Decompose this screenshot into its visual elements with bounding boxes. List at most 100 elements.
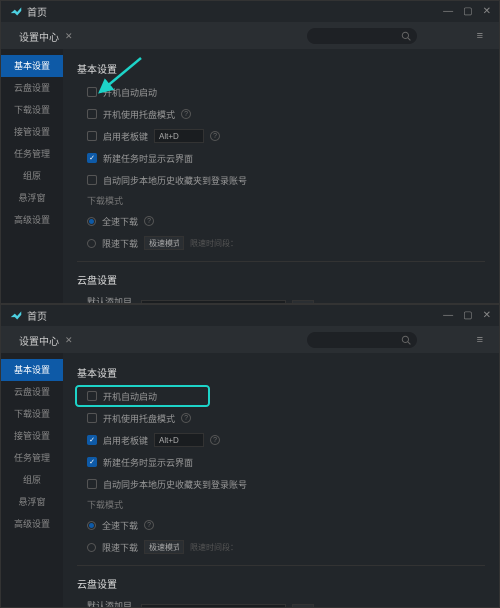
label-bosskey: 启用老板键 xyxy=(103,434,148,447)
checkbox-autostart[interactable] xyxy=(87,391,97,401)
label-newtask: 新建任务时显示云界面 xyxy=(103,152,193,165)
radio-limitspeed[interactable] xyxy=(87,239,96,248)
checkbox-autostart[interactable] xyxy=(87,87,97,97)
checkbox-autosync[interactable] xyxy=(87,175,97,185)
search-icon xyxy=(401,31,411,41)
sidebar-item-task[interactable]: 任务管理 xyxy=(1,143,63,165)
tabbar: 设置中心 ✕ ≡ xyxy=(1,327,499,353)
browse-button[interactable] xyxy=(292,300,314,303)
sidebar-item-download[interactable]: 下载设置 xyxy=(1,99,63,121)
sidebar-item-task[interactable]: 任务管理 xyxy=(1,447,63,469)
sidebar-item-cloud[interactable]: 云盘设置 xyxy=(1,77,63,99)
checkbox-bosskey[interactable] xyxy=(87,435,97,445)
window-controls: — ▢ ✕ xyxy=(443,6,491,17)
sidebar-item-advanced[interactable]: 高级设置 xyxy=(1,209,63,231)
radio-fullspeed[interactable] xyxy=(87,217,96,226)
sidebar-item-advanced[interactable]: 高级设置 xyxy=(1,513,63,535)
maximize-button[interactable]: ▢ xyxy=(463,310,472,321)
content-panel: 基本设置 开机自动启动 开机使用托盘模式 ? 启用老板键 ? 新建任务时显示云界… xyxy=(63,353,499,607)
sidebar-item-float[interactable]: 悬浮窗 xyxy=(1,491,63,513)
checkbox-newtask[interactable] xyxy=(87,153,97,163)
label-fullspeed: 全速下载 xyxy=(102,519,138,532)
checkbox-minimode[interactable] xyxy=(87,109,97,119)
section-basic-title: 基本设置 xyxy=(77,365,485,380)
tab-close-icon[interactable]: ✕ xyxy=(65,31,73,42)
sidebar-item-takeover[interactable]: 接管设置 xyxy=(1,425,63,447)
close-button[interactable]: ✕ xyxy=(483,310,491,321)
sidebar-item-takeover[interactable]: 接管设置 xyxy=(1,121,63,143)
help-icon[interactable]: ? xyxy=(210,435,220,445)
tab-settings[interactable]: 设置中心 ✕ xyxy=(9,329,83,352)
menu-icon[interactable]: ≡ xyxy=(477,30,483,42)
label-minimode: 开机使用托盘模式 xyxy=(103,108,175,121)
tabbar: 设置中心 ✕ ≡ xyxy=(1,23,499,49)
label-defaultdir: 默认添加目录 xyxy=(87,295,135,303)
tab-close-icon[interactable]: ✕ xyxy=(65,335,73,346)
app-logo-icon xyxy=(9,5,23,19)
help-icon[interactable]: ? xyxy=(181,109,191,119)
search-input[interactable] xyxy=(307,28,417,44)
label-limitspeed: 限速下载 xyxy=(102,541,138,554)
label-downloadmode: 下载模式 xyxy=(87,498,485,511)
search-icon xyxy=(401,335,411,345)
label-autosync: 自动同步本地历史收藏夹到登录账号 xyxy=(103,174,247,187)
label-autostart: 开机自动启动 xyxy=(103,390,157,403)
checkbox-newtask[interactable] xyxy=(87,457,97,467)
help-icon[interactable]: ? xyxy=(210,131,220,141)
section-cloud-title: 云盘设置 xyxy=(77,272,485,287)
section-basic-title: 基本设置 xyxy=(77,61,485,76)
label-autostart: 开机自动启动 xyxy=(103,86,157,99)
label-autosync: 自动同步本地历史收藏夹到登录账号 xyxy=(103,478,247,491)
sidebar-item-cloud[interactable]: 云盘设置 xyxy=(1,381,63,403)
sidebar-item-group[interactable]: 组原 xyxy=(1,165,63,187)
tab-label: 设置中心 xyxy=(19,333,59,348)
close-button[interactable]: ✕ xyxy=(483,6,491,17)
radio-fullspeed[interactable] xyxy=(87,521,96,530)
radio-limitspeed[interactable] xyxy=(87,543,96,552)
checkbox-autosync[interactable] xyxy=(87,479,97,489)
sidebar-item-download[interactable]: 下载设置 xyxy=(1,403,63,425)
default-dir-select[interactable]: ▾ xyxy=(141,300,286,303)
titlebar: 首页 — ▢ ✕ xyxy=(1,1,499,23)
speed-value[interactable] xyxy=(144,540,184,554)
checkbox-bosskey[interactable] xyxy=(87,131,97,141)
divider xyxy=(77,261,485,262)
sidebar-item-group[interactable]: 组原 xyxy=(1,469,63,491)
sidebar-item-float[interactable]: 悬浮窗 xyxy=(1,187,63,209)
search-input[interactable] xyxy=(307,332,417,348)
settings-window-top: 首页 — ▢ ✕ 设置中心 ✕ ≡ 基本设置 云盘设置 下载设置 接管设置 任务… xyxy=(0,0,500,304)
help-icon[interactable]: ? xyxy=(144,216,154,226)
label-fullspeed: 全速下载 xyxy=(102,215,138,228)
checkbox-minimode[interactable] xyxy=(87,413,97,423)
label-minimode: 开机使用托盘模式 xyxy=(103,412,175,425)
window-title: 首页 xyxy=(27,308,47,323)
content-panel: 基本设置 开机自动启动 开机使用托盘模式 ? 启用老板键 ? 新建任务时显示云界… xyxy=(63,49,499,303)
app-logo-icon xyxy=(9,309,23,323)
speed-hint: 限速时间段： xyxy=(190,238,238,249)
speed-value[interactable] xyxy=(144,236,184,250)
tab-settings[interactable]: 设置中心 ✕ xyxy=(9,25,83,48)
sidebar: 基本设置 云盘设置 下载设置 接管设置 任务管理 组原 悬浮窗 高级设置 xyxy=(1,49,63,303)
label-newtask: 新建任务时显示云界面 xyxy=(103,456,193,469)
browse-button[interactable] xyxy=(292,604,314,607)
hotkey-input[interactable] xyxy=(154,129,204,143)
help-icon[interactable]: ? xyxy=(181,413,191,423)
maximize-button[interactable]: ▢ xyxy=(463,6,472,17)
help-icon[interactable]: ? xyxy=(144,520,154,530)
section-cloud-title: 云盘设置 xyxy=(77,576,485,591)
window-controls: — ▢ ✕ xyxy=(443,310,491,321)
titlebar: 首页 — ▢ ✕ xyxy=(1,305,499,327)
minimize-button[interactable]: — xyxy=(443,310,453,321)
sidebar-item-basic[interactable]: 基本设置 xyxy=(1,359,63,381)
label-bosskey: 启用老板键 xyxy=(103,130,148,143)
window-title: 首页 xyxy=(27,4,47,19)
label-downloadmode: 下载模式 xyxy=(87,194,485,207)
sidebar-item-basic[interactable]: 基本设置 xyxy=(1,55,63,77)
sidebar: 基本设置 云盘设置 下载设置 接管设置 任务管理 组原 悬浮窗 高级设置 xyxy=(1,353,63,607)
minimize-button[interactable]: — xyxy=(443,6,453,17)
settings-window-bottom: 首页 — ▢ ✕ 设置中心 ✕ ≡ 基本设置 云盘设置 下载设置 接管设置 任务… xyxy=(0,304,500,608)
hotkey-input[interactable] xyxy=(154,433,204,447)
menu-icon[interactable]: ≡ xyxy=(477,334,483,346)
speed-hint: 限速时间段： xyxy=(190,542,238,553)
default-dir-select[interactable]: ▾ xyxy=(141,604,286,607)
